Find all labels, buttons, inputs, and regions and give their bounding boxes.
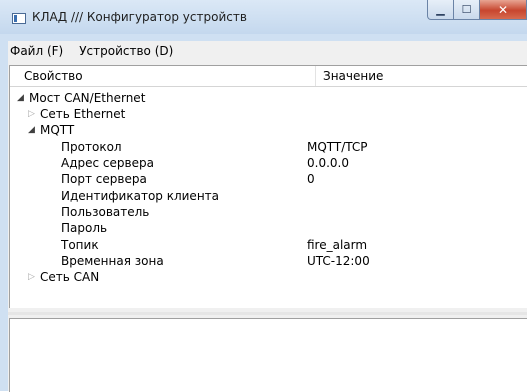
menu-device[interactable]: Устройство (D) [71, 44, 181, 58]
tree-label-bridge: Мост CAN/Ethernet [29, 91, 146, 105]
close-button[interactable]: ✕ [480, 0, 527, 20]
description-panel [9, 318, 527, 392]
tree-row-bridge[interactable]: ◢ Мост CAN/Ethernet [10, 90, 527, 106]
tree-label-mqtt: MQTT [40, 123, 75, 137]
app-window: КЛАД /// Конфигуратор устройств ▁ ☐ ✕ Фа… [0, 0, 527, 392]
property-row-user[interactable]: Пользователь [10, 204, 527, 220]
menu-bar: Файл (F) Устройство (D) [8, 41, 527, 60]
column-header-property[interactable]: Свойство [24, 69, 83, 83]
property-value[interactable]: fire_alarm [307, 237, 367, 253]
menu-file[interactable]: Файл (F) [8, 44, 71, 58]
property-row-server-address[interactable]: Адрес сервера 0.0.0.0 [10, 155, 527, 171]
close-icon: ✕ [497, 2, 509, 17]
tree-label-ethernet: Сеть Ethernet [40, 107, 126, 121]
minimize-icon: ▁ [436, 3, 445, 16]
title-bar[interactable]: КЛАД /// Конфигуратор устройств ▁ ☐ ✕ [0, 0, 527, 34]
property-label: Идентификатор клиента [61, 189, 220, 203]
property-label: Временная зона [61, 254, 164, 268]
tree-label-can: Сеть CAN [40, 270, 100, 284]
window-title: КЛАД /// Конфигуратор устройств [32, 10, 247, 24]
property-label: Топик [61, 238, 99, 252]
property-grid[interactable]: Свойство Значение ◢ Мост CAN/Ethernet ▷ … [9, 65, 527, 308]
collapsed-arrow-icon[interactable]: ▷ [28, 106, 35, 122]
collapsed-arrow-icon[interactable]: ▷ [28, 269, 35, 285]
property-row-protocol[interactable]: Протокол MQTT/TCP [10, 139, 527, 155]
expanded-arrow-icon[interactable]: ◢ [28, 122, 35, 138]
grid-header: Свойство Значение [10, 66, 527, 87]
property-row-timezone[interactable]: Временная зона UTC-12:00 [10, 253, 527, 269]
panel-splitter[interactable] [8, 312, 527, 315]
property-label: Порт сервера [61, 172, 147, 186]
maximize-icon: ☐ [461, 3, 472, 16]
property-row-server-port[interactable]: Порт сервера 0 [10, 171, 527, 187]
property-label: Пароль [61, 221, 108, 235]
column-header-value[interactable]: Значение [323, 69, 383, 83]
property-value[interactable]: UTC-12:00 [307, 253, 370, 269]
property-value[interactable]: 0.0.0.0 [307, 155, 349, 171]
column-divider[interactable] [315, 66, 316, 86]
property-label: Протокол [61, 140, 122, 154]
minimize-button[interactable]: ▁ [427, 0, 454, 20]
property-row-password[interactable]: Пароль [10, 220, 527, 236]
tree-row-mqtt[interactable]: ◢ MQTT [10, 122, 527, 138]
property-row-topic[interactable]: Топик fire_alarm [10, 237, 527, 253]
property-row-client-id[interactable]: Идентификатор клиента [10, 188, 527, 204]
property-value[interactable]: 0 [307, 171, 315, 187]
tree-row-ethernet[interactable]: ▷ Сеть Ethernet [10, 106, 527, 122]
property-label: Адрес сервера [61, 156, 154, 170]
property-value[interactable]: MQTT/TCP [307, 139, 368, 155]
maximize-button[interactable]: ☐ [454, 0, 480, 20]
expanded-arrow-icon[interactable]: ◢ [17, 90, 24, 106]
tree-row-can[interactable]: ▷ Сеть CAN [10, 269, 527, 285]
property-label: Пользователь [61, 205, 150, 219]
caption-buttons: ▁ ☐ ✕ [427, 0, 527, 22]
app-icon [12, 13, 26, 24]
